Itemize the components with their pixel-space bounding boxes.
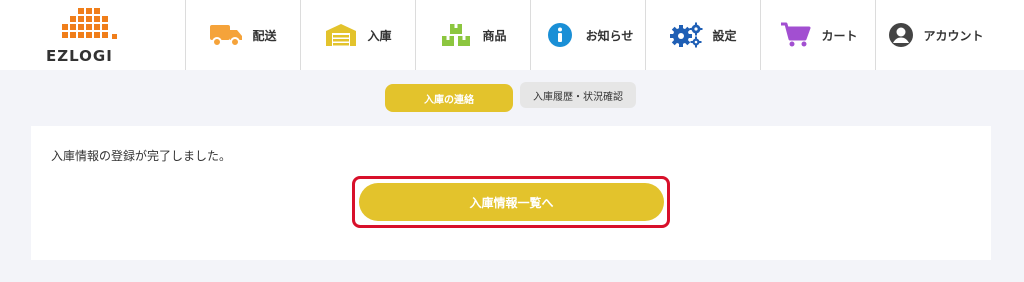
nav-label-account: アカウント [923, 28, 984, 43]
logo-wordmark: EZLOGI [46, 47, 113, 65]
top-navigation-bar: EZLOGI 配送 入庫 商品 お知らせ 設定 カート アカウント [0, 0, 1024, 70]
warehouse-icon [323, 20, 359, 50]
account-icon [887, 20, 915, 50]
nav-item-account[interactable]: アカウント [875, 0, 995, 70]
nav-item-notices[interactable]: お知らせ [530, 0, 644, 70]
nav-label-products: 商品 [482, 28, 507, 43]
nav-item-settings[interactable]: 設定 [645, 0, 759, 70]
gears-icon [668, 20, 704, 50]
nav-label-settings: 設定 [712, 28, 737, 43]
truck-icon [208, 20, 244, 50]
nav-label-notices: お知らせ [585, 28, 634, 43]
cart-icon [777, 20, 813, 50]
ezlogi-logo[interactable]: EZLOGI [40, 6, 150, 66]
nav-item-delivery[interactable]: 配送 [185, 0, 299, 70]
receiving-list-button[interactable]: 入庫情報一覧へ [359, 183, 664, 221]
info-icon [542, 20, 578, 50]
logo-mark-icon [62, 8, 117, 39]
nav-item-cart[interactable]: カート [760, 0, 874, 70]
content-panel: 入庫情報の登録が完了しました。 入庫情報一覧へ [31, 126, 991, 260]
nav-item-products[interactable]: 商品 [415, 0, 529, 70]
tab-receiving-notice[interactable]: 入庫の連絡 [385, 84, 513, 112]
boxes-icon [438, 20, 474, 50]
nav-label-cart: カート [821, 28, 858, 43]
nav-label-delivery: 配送 [252, 28, 277, 43]
nav-label-receiving: 入庫 [367, 28, 392, 43]
sub-tabs: 入庫の連絡 入庫履歴・状況確認 [0, 82, 1024, 112]
nav-item-receiving[interactable]: 入庫 [300, 0, 414, 70]
completion-message: 入庫情報の登録が完了しました。 [51, 149, 232, 163]
tab-receiving-history[interactable]: 入庫履歴・状況確認 [520, 82, 636, 108]
